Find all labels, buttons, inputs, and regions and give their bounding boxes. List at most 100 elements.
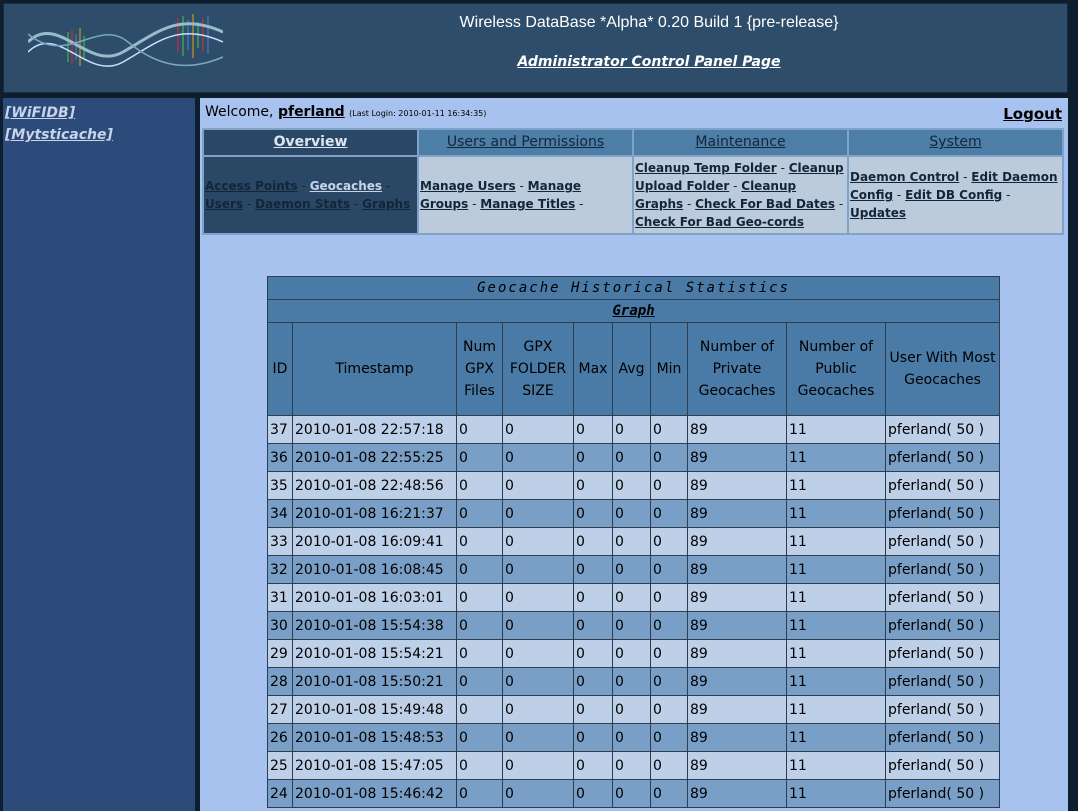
cell-max: 0 (573, 471, 613, 500)
system-links: Daemon Control - Edit Daemon Config - Ed… (847, 154, 1064, 235)
link-updates[interactable]: Updates (850, 206, 906, 220)
cell-timestamp: 2010-01-08 15:47:05 (292, 751, 457, 780)
cell-timestamp: 2010-01-08 22:48:56 (292, 471, 457, 500)
col-min: Min (650, 322, 688, 416)
col-gpx-folder-size: GPX FOLDER SIZE (502, 322, 574, 416)
cell-id: 29 (267, 639, 293, 668)
table-row: 37 2010-01-08 22:57:18 0 0 0 0 0 89 11 pferland( … (267, 415, 1001, 444)
cell-avg: 0 (612, 527, 651, 556)
cell-num-private: 89 (687, 695, 787, 724)
cell-num-private: 89 (687, 751, 787, 780)
link-geocaches[interactable]: Geocaches (310, 179, 382, 193)
cell-user-most: pferland( 50 ) (884, 471, 1001, 500)
cell-max: 0 (573, 443, 613, 472)
cell-user-most: pferland( 50 ) (884, 415, 1001, 444)
cell-num-public: 11 (786, 583, 886, 612)
table-row: 35 2010-01-08 22:48:56 0 0 0 0 0 89 11 pferland( … (267, 471, 1001, 500)
logout-link[interactable]: Logout (1003, 105, 1062, 123)
username-link[interactable]: pferland (278, 104, 345, 120)
cell-max: 0 (573, 499, 613, 528)
link-bad-geocords[interactable]: Check For Bad Geo-cords (635, 215, 804, 229)
cell-num-public: 11 (786, 667, 886, 696)
cell-avg: 0 (612, 751, 651, 780)
link-manage-users[interactable]: Manage Users (420, 179, 516, 193)
cell-min: 0 (650, 555, 688, 584)
sidebar-item-mytsticache[interactable]: [Mytsticache] (5, 124, 195, 146)
cell-num-private: 89 (687, 583, 787, 612)
cell-num-gpx-files: 0 (456, 415, 503, 444)
link-manage-titles[interactable]: Manage Titles (480, 197, 575, 211)
tab-system[interactable]: System (847, 128, 1064, 157)
page-header: Wireless DataBase *Alpha* 0.20 Build 1 {… (3, 3, 1068, 93)
cell-gpx-folder-size: 0 (502, 443, 574, 472)
cell-num-gpx-files: 0 (456, 667, 503, 696)
tab-users-permissions[interactable]: Users and Permissions (417, 128, 634, 157)
link-edit-db-config[interactable]: Edit DB Config (905, 188, 1002, 202)
link-bad-dates[interactable]: Check For Bad Dates (695, 197, 835, 211)
col-num-private: Number of Private Geocaches (687, 322, 787, 416)
cell-num-public: 11 (786, 415, 886, 444)
cell-min: 0 (650, 443, 688, 472)
cell-avg: 0 (612, 611, 651, 640)
cell-avg: 0 (612, 415, 651, 444)
table-row: 24 2010-01-08 15:46:42 0 0 0 0 0 89 11 pferland( … (267, 779, 1001, 808)
cell-max: 0 (573, 751, 613, 780)
cell-avg: 0 (612, 499, 651, 528)
table-row: 34 2010-01-08 16:21:37 0 0 0 0 0 89 11 pferland( … (267, 499, 1001, 528)
cell-num-public: 11 (786, 751, 886, 780)
sidebar: [WiFIDB] [Mytsticache] (3, 98, 195, 811)
link-daemon-stats[interactable]: Daemon Stats (255, 197, 350, 211)
table-row: 32 2010-01-08 16:08:45 0 0 0 0 0 89 11 pferland( … (267, 555, 1001, 584)
table-body: 37 2010-01-08 22:57:18 0 0 0 0 0 89 11 pferland( … (267, 415, 1001, 808)
cell-num-private: 89 (687, 611, 787, 640)
cell-num-public: 11 (786, 499, 886, 528)
welcome-line: Welcome, pferland (Last Login: 2010-01-1… (205, 104, 486, 120)
table-row: 26 2010-01-08 15:48:53 0 0 0 0 0 89 11 pferland( … (267, 723, 1001, 752)
main-content: Welcome, pferland (Last Login: 2010-01-1… (200, 98, 1068, 811)
cell-avg: 0 (612, 779, 651, 808)
cell-user-most: pferland( 50 ) (884, 779, 1001, 808)
cell-gpx-folder-size: 0 (502, 723, 574, 752)
cell-id: 33 (267, 527, 293, 556)
cell-num-gpx-files: 0 (456, 471, 503, 500)
cell-num-private: 89 (687, 779, 787, 808)
cell-min: 0 (650, 415, 688, 444)
cell-min: 0 (650, 723, 688, 752)
maintenance-links: Cleanup Temp Folder - Cleanup Upload Fol… (632, 154, 849, 235)
cell-id: 25 (267, 751, 293, 780)
cell-timestamp: 2010-01-08 22:57:18 (292, 415, 457, 444)
graph-link[interactable]: Graph (266, 299, 1001, 323)
cell-avg: 0 (612, 667, 651, 696)
random-intervals-logo (28, 12, 223, 82)
cell-min: 0 (650, 751, 688, 780)
cell-user-most: pferland( 50 ) (884, 751, 1001, 780)
cell-id: 26 (267, 723, 293, 752)
link-daemon-control[interactable]: Daemon Control (850, 170, 959, 184)
control-panel-link[interactable]: Administrator Control Panel Page (424, 54, 874, 70)
table-row: 33 2010-01-08 16:09:41 0 0 0 0 0 89 11 pferland( … (267, 527, 1001, 556)
link-users[interactable]: Users (205, 197, 243, 211)
tab-maintenance[interactable]: Maintenance (632, 128, 849, 157)
link-access-points[interactable]: Access Points (205, 179, 298, 193)
cell-min: 0 (650, 667, 688, 696)
sidebar-item-wifidb[interactable]: [WiFIDB] (5, 102, 195, 124)
cell-num-gpx-files: 0 (456, 695, 503, 724)
cell-id: 24 (267, 779, 293, 808)
cell-avg: 0 (612, 723, 651, 752)
cell-num-private: 89 (687, 555, 787, 584)
cell-timestamp: 2010-01-08 22:55:25 (292, 443, 457, 472)
cell-user-most: pferland( 50 ) (884, 499, 1001, 528)
cell-max: 0 (573, 611, 613, 640)
cell-num-public: 11 (786, 527, 886, 556)
cell-id: 36 (267, 443, 293, 472)
link-cleanup-temp[interactable]: Cleanup Temp Folder (635, 161, 777, 175)
cell-max: 0 (573, 583, 613, 612)
cell-num-private: 89 (687, 443, 787, 472)
cell-min: 0 (650, 583, 688, 612)
tab-overview[interactable]: Overview (202, 128, 419, 157)
cell-num-public: 11 (786, 555, 886, 584)
link-graphs[interactable]: Graphs (362, 197, 410, 211)
cell-num-public: 11 (786, 779, 886, 808)
table-row: 29 2010-01-08 15:54:21 0 0 0 0 0 89 11 pferland( … (267, 639, 1001, 668)
cell-num-public: 11 (786, 639, 886, 668)
